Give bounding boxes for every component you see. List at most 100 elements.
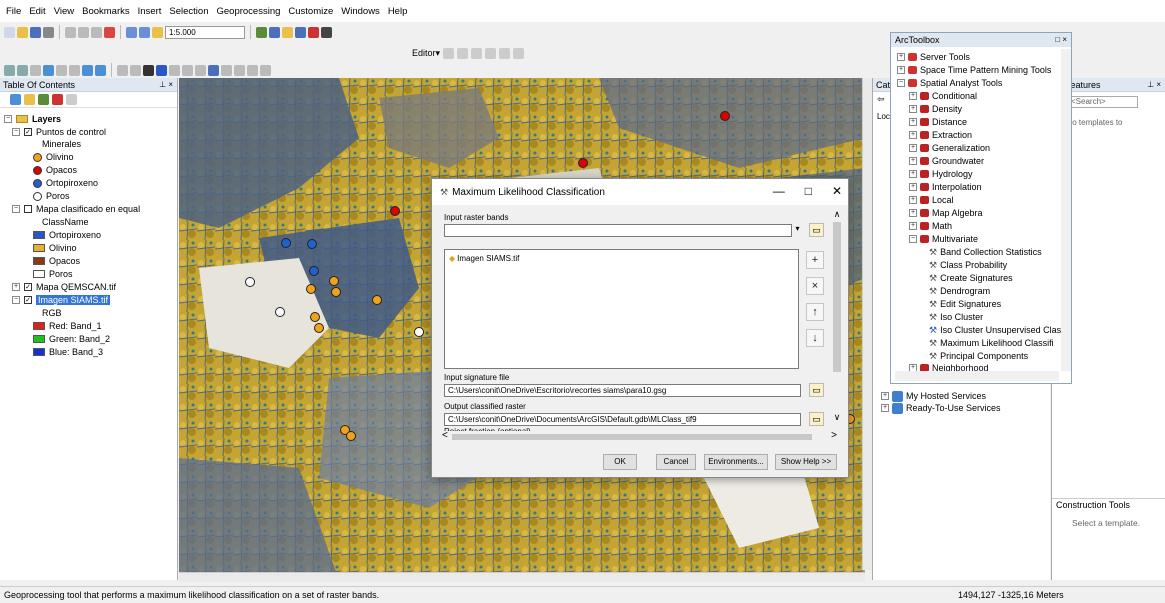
mapa-clasificado-layer-row[interactable]: − Mapa clasificado en equal xyxy=(12,203,140,215)
catalog-icon[interactable] xyxy=(282,26,293,38)
puntos-layer-row[interactable]: − ✓ Puntos de control xyxy=(12,126,106,138)
menu-bookmarks[interactable]: Bookmarks xyxy=(82,6,130,17)
menu-windows[interactable]: Windows xyxy=(341,6,380,17)
copy-icon[interactable] xyxy=(78,26,89,38)
expand-icon[interactable]: + xyxy=(909,157,917,165)
add-data-icon[interactable] xyxy=(152,26,163,38)
toolset-item[interactable]: + Generalization xyxy=(909,142,990,154)
reshape-icon[interactable] xyxy=(485,48,497,59)
dialog-vertical-scrollbar[interactable]: ∧ ∨ xyxy=(831,209,843,427)
visibility-checkbox[interactable]: ✓ xyxy=(24,283,32,291)
toolset-item[interactable]: + Groundwater xyxy=(909,155,984,167)
legend-item[interactable]: Poros xyxy=(33,268,73,280)
menu-view[interactable]: View xyxy=(54,6,74,17)
table-of-contents-icon[interactable] xyxy=(269,26,280,38)
expand-icon[interactable]: + xyxy=(909,131,917,139)
map-vertical-scrollbar[interactable] xyxy=(862,78,872,570)
visibility-checkbox[interactable] xyxy=(24,205,32,213)
full-extent-icon[interactable] xyxy=(43,64,54,76)
legend-item[interactable]: Ortopiroxeno xyxy=(33,177,98,189)
python-icon[interactable] xyxy=(321,26,332,38)
layers-row[interactable]: − Layers xyxy=(4,113,61,125)
expand-icon[interactable]: + xyxy=(12,283,20,291)
toolset-item[interactable]: + Interpolation xyxy=(909,181,982,193)
expand-icon[interactable]: + xyxy=(909,183,917,191)
editor-toolbar-icon[interactable] xyxy=(256,26,267,38)
band-item[interactable]: Blue: Band_3 xyxy=(33,346,103,358)
collapse-icon[interactable]: − xyxy=(909,235,917,243)
menu-edit[interactable]: Edit xyxy=(29,6,45,17)
map-scale-input[interactable]: 1:5.000 xyxy=(165,25,245,39)
legend-item[interactable]: Opacos xyxy=(33,164,77,176)
save-icon[interactable] xyxy=(30,26,41,38)
arctoolbox-icon[interactable] xyxy=(308,26,319,38)
tool-item[interactable]: ⚒ Class Probability xyxy=(929,259,1007,271)
move-down-icon[interactable]: ↓ xyxy=(806,329,824,347)
time-slider-icon[interactable] xyxy=(247,64,258,76)
arctoolbox-hscrollbar[interactable] xyxy=(895,371,1059,381)
close-icon[interactable]: ✕ xyxy=(832,184,842,198)
identify-icon[interactable] xyxy=(156,64,167,76)
clear-selection-icon[interactable] xyxy=(130,64,141,76)
forward-icon[interactable] xyxy=(95,64,106,76)
cut-polygon-icon[interactable] xyxy=(499,48,511,59)
menu-help[interactable]: Help xyxy=(388,6,408,17)
fixed-zoom-in-icon[interactable] xyxy=(56,64,67,76)
list-item[interactable]: ◆ Imagen SIAMS.tif xyxy=(449,254,519,263)
options-icon[interactable] xyxy=(66,94,77,105)
expand-icon[interactable]: + xyxy=(881,392,889,400)
move-up-icon[interactable]: ↑ xyxy=(806,303,824,321)
collapse-icon[interactable]: − xyxy=(4,115,12,123)
print-icon[interactable] xyxy=(43,26,54,38)
legend-item[interactable]: Opacos xyxy=(33,255,80,267)
cancel-button[interactable]: Cancel xyxy=(656,454,696,470)
pin-close-icon[interactable]: ⊥ × xyxy=(1147,78,1161,92)
editor-menu[interactable]: Editor▾ xyxy=(412,48,440,59)
output-raster-input[interactable]: C:\Users\conit\OneDrive\Documents\ArcGIS… xyxy=(444,413,801,426)
expand-icon[interactable]: + xyxy=(897,53,905,61)
dialog-title-bar[interactable]: ⚒ Maximum Likelihood Classification — □ … xyxy=(432,179,848,205)
expand-icon[interactable]: + xyxy=(909,144,917,152)
toolset-item[interactable]: + Distance xyxy=(909,116,967,128)
hyperlink-icon[interactable] xyxy=(169,64,180,76)
sketch-icon[interactable] xyxy=(457,48,469,59)
undo-icon[interactable] xyxy=(126,26,137,38)
expand-icon[interactable]: + xyxy=(909,170,917,178)
ok-button[interactable]: OK xyxy=(603,454,637,470)
visibility-checkbox[interactable]: ✓ xyxy=(24,128,32,136)
collapse-icon[interactable]: − xyxy=(12,205,20,213)
maximize-icon[interactable]: □ xyxy=(805,184,812,198)
expand-icon[interactable]: + xyxy=(881,404,889,412)
catalog-tree-item[interactable]: + Ready-To-Use Services xyxy=(881,402,1001,414)
expand-icon[interactable]: + xyxy=(909,118,917,126)
toolset-item[interactable]: − Multivariate xyxy=(909,233,978,245)
new-icon[interactable] xyxy=(4,26,15,38)
legend-item[interactable]: Ortopiroxeno xyxy=(33,229,101,241)
find-route-icon[interactable] xyxy=(221,64,232,76)
list-by-drawing-order-icon[interactable] xyxy=(10,94,21,105)
list-by-selection-icon[interactable] xyxy=(52,94,63,105)
siams-layer-label[interactable]: Imagen SIAMS.tif xyxy=(36,295,111,305)
remove-icon[interactable]: × xyxy=(806,277,824,295)
html-popup-icon[interactable] xyxy=(182,64,193,76)
open-icon[interactable] xyxy=(17,26,28,38)
add-icon[interactable]: + xyxy=(806,251,824,269)
input-bands-dropdown[interactable] xyxy=(444,224,792,237)
minimize-icon[interactable]: — xyxy=(773,184,785,198)
menu-file[interactable]: File xyxy=(6,6,21,17)
toolset-item[interactable]: + Math xyxy=(909,220,952,232)
expand-icon[interactable]: + xyxy=(909,105,917,113)
expand-icon[interactable]: + xyxy=(909,209,917,217)
catalog-tree-item[interactable]: + My Hosted Services xyxy=(881,390,986,402)
menu-customize[interactable]: Customize xyxy=(288,6,333,17)
dropdown-arrow-icon[interactable]: ▾ xyxy=(792,224,803,237)
band-item[interactable]: Green: Band_2 xyxy=(33,333,110,345)
qemscan-layer-row[interactable]: + ✓ Mapa QEMSCAN.tif xyxy=(12,281,116,293)
toolset-item[interactable]: + Conditional xyxy=(909,90,977,102)
template-search-box[interactable]: <Search> xyxy=(1068,96,1138,108)
toolset-item[interactable]: + Map Algebra xyxy=(909,207,983,219)
collapse-icon[interactable]: − xyxy=(12,128,20,136)
menu-selection[interactable]: Selection xyxy=(169,6,208,17)
toolset-item[interactable]: + Hydrology xyxy=(909,168,973,180)
go-to-xy-icon[interactable] xyxy=(234,64,245,76)
